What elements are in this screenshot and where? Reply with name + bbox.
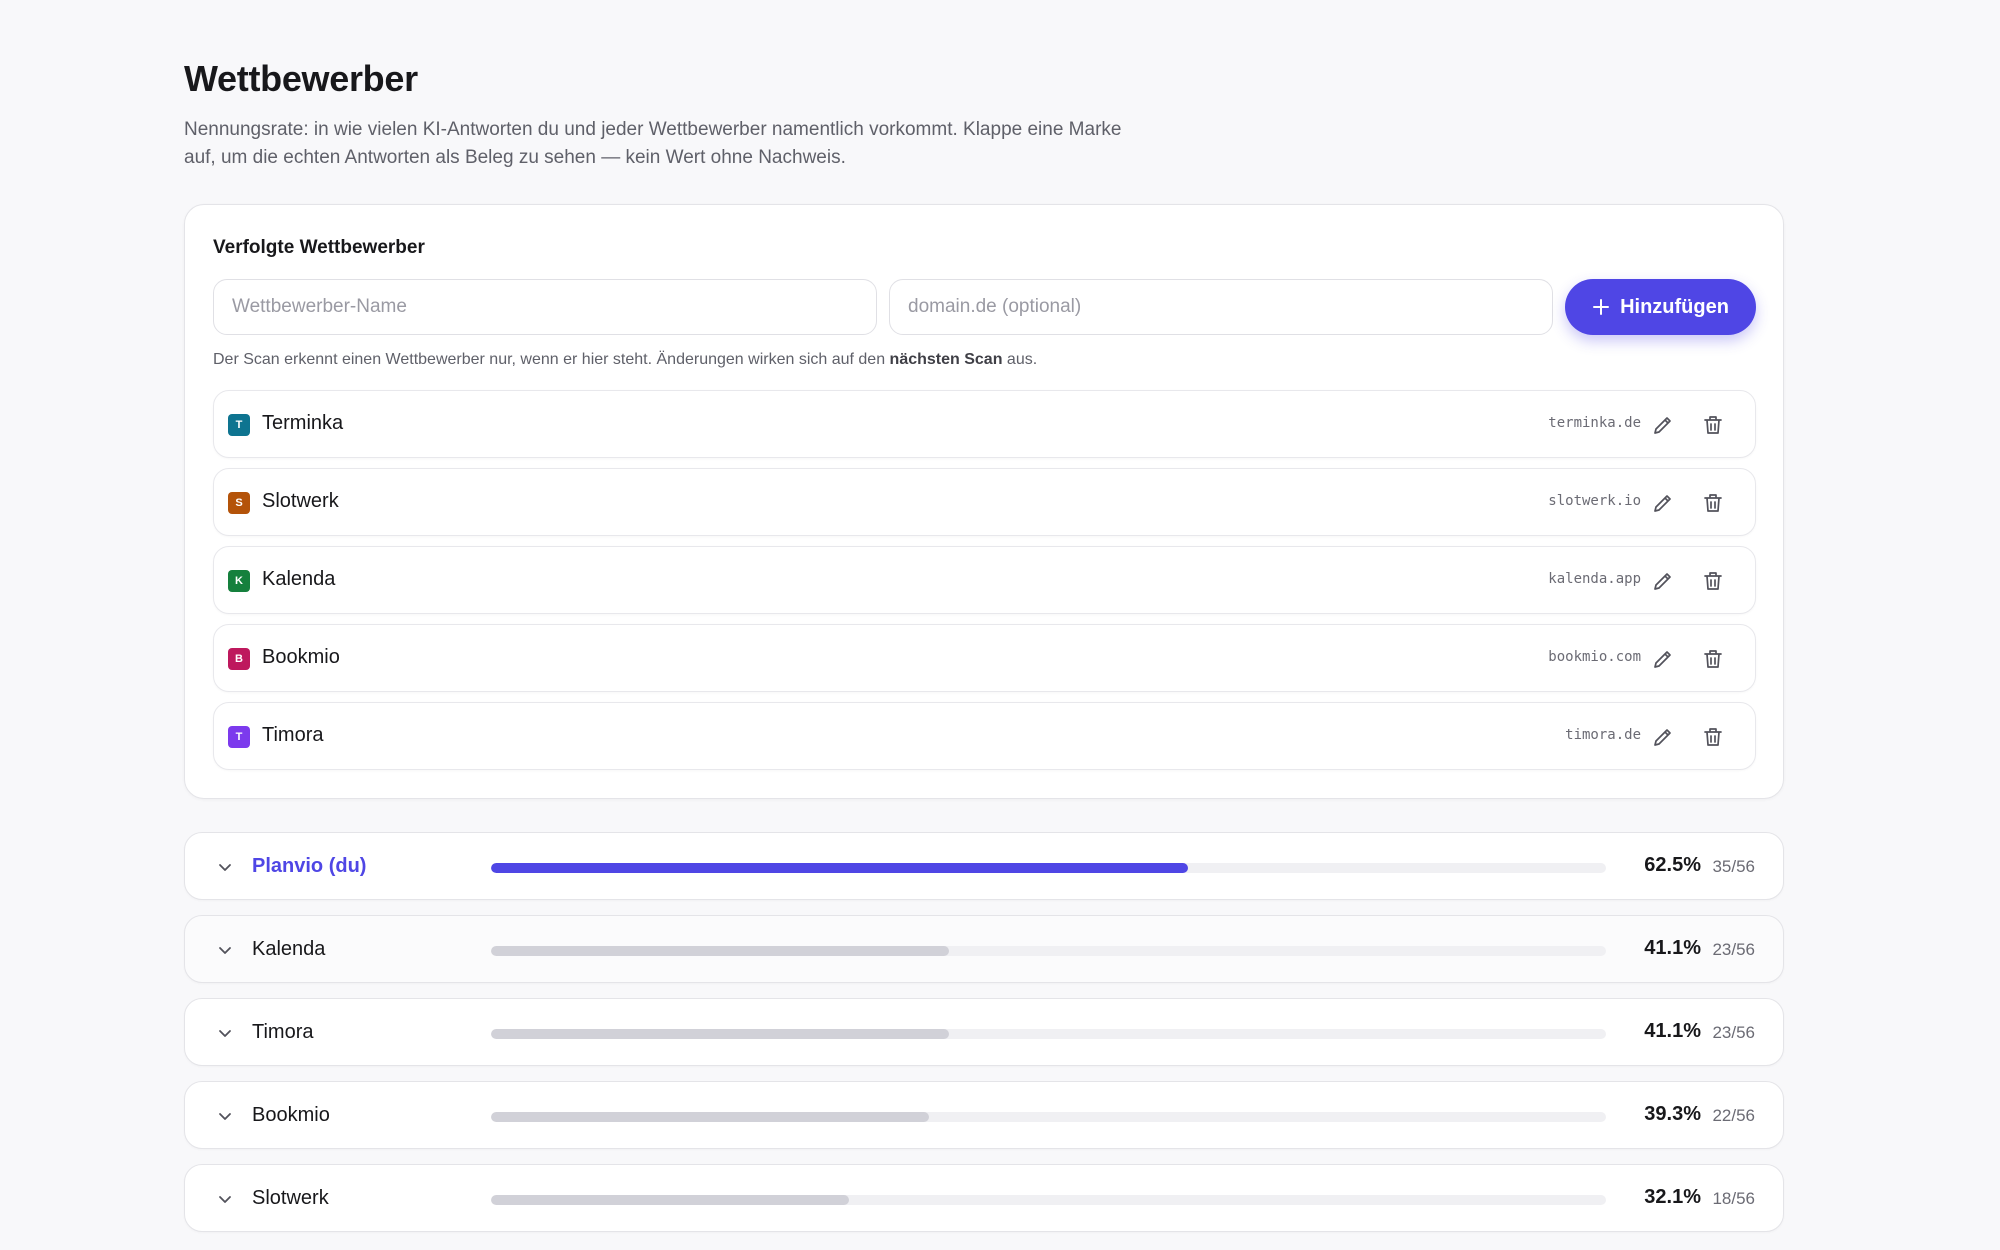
mention-rate-percent: 41.1% xyxy=(1644,937,1701,959)
mention-count: 18/56 xyxy=(1712,1189,1755,1208)
mention-rate-percent: 32.1% xyxy=(1644,1186,1701,1208)
pencil-icon[interactable] xyxy=(1651,569,1675,593)
mention-count: 35/56 xyxy=(1712,857,1755,876)
mention-row[interactable]: Timora 41.1% 23/56 xyxy=(184,998,1784,1066)
competitor-domain: slotwerk.io xyxy=(1548,493,1641,509)
competitor-name: Kalenda xyxy=(262,568,336,590)
mention-row[interactable]: Bookmio 39.3% 22/56 xyxy=(184,1081,1784,1149)
mention-row-self[interactable]: Planvio (du) 62.5% 35/56 xyxy=(184,832,1784,900)
competitor-name: Slotwerk xyxy=(262,490,339,512)
chevron-down-icon[interactable] xyxy=(215,1106,235,1126)
page-subtitle: Nennungsrate: in wie vielen KI-Antworten… xyxy=(184,119,1122,168)
chevron-down-icon[interactable] xyxy=(215,1189,235,1209)
mention-rate-fill xyxy=(491,1029,950,1039)
pencil-icon[interactable] xyxy=(1651,647,1675,671)
pencil-icon[interactable] xyxy=(1651,725,1675,749)
add-button-label: Hinzufügen xyxy=(1620,295,1729,318)
competitor-row: T Terminka terminka.de xyxy=(213,390,1756,458)
mention-rate-percent: 41.1% xyxy=(1644,1020,1701,1042)
competitor-row: T Timora timora.de xyxy=(213,702,1756,770)
competitor-badge: B xyxy=(228,648,250,670)
mention-rate-fill xyxy=(491,1195,849,1205)
competitor-row: K Kalenda kalenda.app xyxy=(213,546,1756,614)
scan-hint: Der Scan erkennt einen Wettbewerber nur,… xyxy=(213,351,1038,368)
mention-rate-bar xyxy=(491,1029,1606,1039)
mention-row[interactable]: Kalenda 41.1% 23/56 xyxy=(184,915,1784,983)
pencil-icon[interactable] xyxy=(1651,413,1675,437)
brand-name: Bookmio xyxy=(252,1104,330,1126)
brand-name: Slotwerk xyxy=(252,1187,329,1209)
competitor-domain: terminka.de xyxy=(1548,415,1641,431)
brand-name: Kalenda xyxy=(252,938,326,960)
chevron-down-icon[interactable] xyxy=(215,940,235,960)
mention-rate-percent: 62.5% xyxy=(1644,854,1701,876)
competitor-domain: kalenda.app xyxy=(1548,571,1641,587)
competitor-name: Bookmio xyxy=(262,646,340,668)
mention-rate-percent: 39.3% xyxy=(1644,1103,1701,1125)
competitor-domain: timora.de xyxy=(1565,727,1641,743)
mention-rate-list: Planvio (du) 62.5% 35/56 Kalenda 41.1% 2… xyxy=(184,832,1784,1247)
mention-rate-fill xyxy=(491,863,1188,873)
competitor-domain: bookmio.com xyxy=(1548,649,1641,665)
mention-rate-bar xyxy=(491,863,1606,873)
competitor-badge: T xyxy=(228,726,250,748)
trash-icon[interactable] xyxy=(1701,569,1725,593)
mention-count: 23/56 xyxy=(1712,1023,1755,1042)
mention-row[interactable]: Slotwerk 32.1% 18/56 xyxy=(184,1164,1784,1232)
competitor-row: S Slotwerk slotwerk.io xyxy=(213,468,1756,536)
competitor-name: Timora xyxy=(262,724,324,746)
mention-count: 23/56 xyxy=(1712,940,1755,959)
trash-icon[interactable] xyxy=(1701,647,1725,671)
competitor-name-input[interactable] xyxy=(213,279,877,335)
page-title: Wettbewerber xyxy=(184,58,418,99)
mention-rate-bar xyxy=(491,1112,1606,1122)
brand-name: Planvio (du) xyxy=(252,855,367,877)
mention-rate-bar xyxy=(491,946,1606,956)
mention-rate-bar xyxy=(491,1195,1606,1205)
competitor-list: T Terminka terminka.de S Slotwerk slotwe… xyxy=(213,390,1756,780)
competitor-domain-input[interactable] xyxy=(889,279,1553,335)
trash-icon[interactable] xyxy=(1701,413,1725,437)
mention-count: 22/56 xyxy=(1712,1106,1755,1125)
competitor-name: Terminka xyxy=(262,412,344,434)
competitor-badge: S xyxy=(228,492,250,514)
competitor-badge: T xyxy=(228,414,250,436)
competitor-badge: K xyxy=(228,570,250,592)
trash-icon[interactable] xyxy=(1701,491,1725,515)
plus-icon xyxy=(1593,299,1610,315)
chevron-down-icon[interactable] xyxy=(215,1023,235,1043)
pencil-icon[interactable] xyxy=(1651,491,1675,515)
add-competitor-button[interactable]: Hinzufügen xyxy=(1565,279,1756,335)
chevron-down-icon[interactable] xyxy=(215,857,235,877)
brand-name: Timora xyxy=(252,1021,314,1043)
card-title: Verfolgte Wettbewerber xyxy=(213,237,425,258)
trash-icon[interactable] xyxy=(1701,725,1725,749)
tracked-competitors-card: Verfolgte Wettbewerber Hinzufügen Der Sc… xyxy=(184,204,1784,799)
mention-rate-fill xyxy=(491,1112,930,1122)
mention-rate-fill xyxy=(491,946,950,956)
competitor-row: B Bookmio bookmio.com xyxy=(213,624,1756,692)
